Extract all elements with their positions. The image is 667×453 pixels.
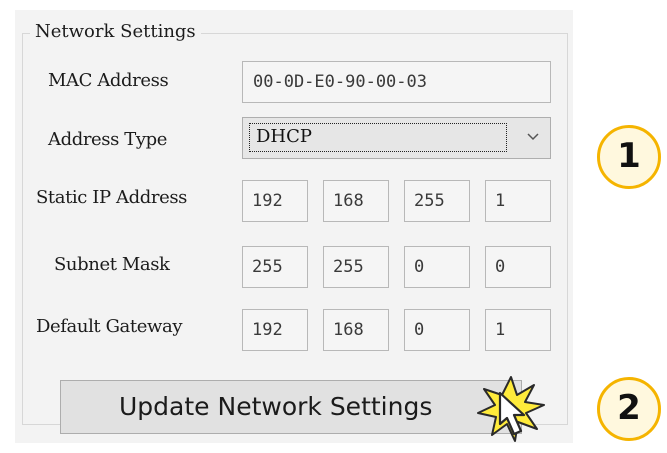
default-gateway-label: Default Gateway [36,316,183,337]
subnet-octet-3[interactable]: 0 [404,246,470,288]
subnet-octet-2[interactable]: 255 [323,246,389,288]
gateway-octet-4[interactable]: 1 [485,309,551,351]
chevron-down-icon [527,133,539,141]
subnet-octet-4[interactable]: 0 [485,246,551,288]
subnet-mask-label: Subnet Mask [54,254,170,275]
static-ip-octet-4[interactable]: 1 [485,180,551,222]
mac-address-field: 00-0D-E0-90-00-03 [242,61,551,103]
static-ip-label: Static IP Address [36,187,188,208]
gateway-octet-1[interactable]: 192 [242,309,308,351]
static-ip-octet-2[interactable]: 168 [323,180,389,222]
gateway-octet-2[interactable]: 168 [323,309,389,351]
address-type-value: DHCP [249,123,507,152]
gateway-octet-3[interactable]: 0 [404,309,470,351]
static-ip-octet-1[interactable]: 192 [242,180,308,222]
group-title: Network Settings [30,19,201,45]
update-network-settings-button[interactable]: Update Network Settings [60,380,522,434]
pointer-hand-icon [498,391,526,436]
mac-address-label: MAC Address [48,70,169,91]
address-type-select[interactable]: DHCP [242,117,551,159]
subnet-octet-1[interactable]: 255 [242,246,308,288]
address-type-label: Address Type [48,129,168,150]
step-2-marker: 2 [597,377,661,441]
static-ip-octet-3[interactable]: 255 [404,180,470,222]
step-1-marker: 1 [597,125,661,189]
